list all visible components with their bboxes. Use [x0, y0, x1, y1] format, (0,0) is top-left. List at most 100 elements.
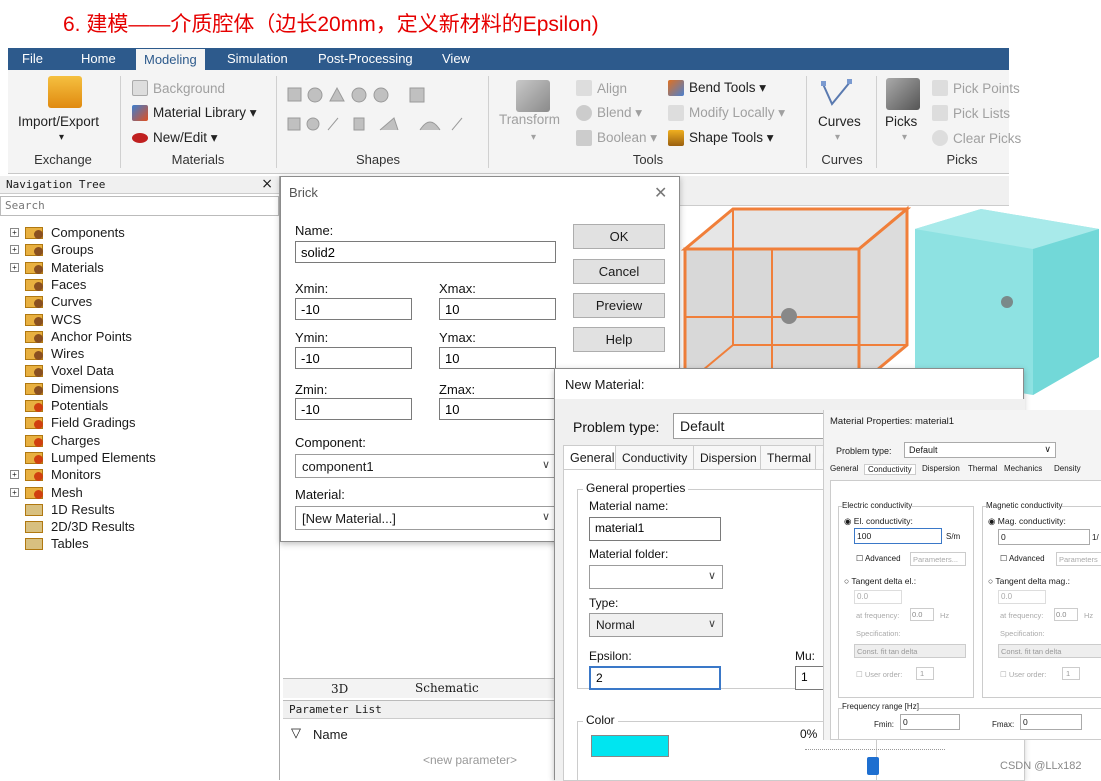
user-order-input[interactable]: 1 [1062, 667, 1080, 680]
color-swatch[interactable] [591, 735, 669, 757]
mu-input[interactable]: 1 [795, 666, 825, 690]
parameters-button[interactable]: Parameters [1056, 552, 1101, 566]
bend-tools-button[interactable]: Bend Tools ▾ [668, 80, 766, 96]
menu-view[interactable]: View [442, 48, 470, 70]
tree-item-field-gradings[interactable]: Field Gradings [10, 414, 136, 431]
fmin-input[interactable]: 0 [900, 714, 960, 730]
material-library-button[interactable]: Material Library ▾ [132, 105, 257, 121]
tree-item-anchor-points[interactable]: Anchor Points [10, 328, 132, 345]
tree-item-voxel-data[interactable]: Voxel Data [10, 362, 114, 379]
new-edit-button[interactable]: New/Edit ▾ [132, 130, 218, 146]
tab-mechanics[interactable]: Mechanics [1004, 464, 1042, 473]
picks-dropdown-icon[interactable]: ▾ [902, 132, 907, 143]
pick-lists-button[interactable]: Pick Lists [932, 105, 1010, 121]
zmax-input[interactable]: 10 [439, 398, 556, 420]
tree-item-dimensions[interactable]: Dimensions [10, 380, 119, 397]
tree-item-curves[interactable]: Curves [10, 293, 92, 310]
expand-icon[interactable]: + [10, 487, 19, 497]
tab-thermal[interactable]: Thermal [760, 445, 819, 469]
tangent-delta-mag-input[interactable]: 0.0 [998, 590, 1046, 604]
el-conductivity-input[interactable]: 100 [854, 528, 942, 544]
mag-conductivity-radio[interactable]: ◉ Mag. conductivity: [988, 516, 1066, 527]
user-order-checkbox[interactable]: ☐ User order: [1000, 670, 1046, 679]
tab-3d[interactable]: 3D [331, 682, 348, 696]
curves-button[interactable]: Curves [818, 114, 861, 129]
help-button[interactable]: Help [573, 327, 665, 352]
tab-dispersion[interactable]: Dispersion [922, 464, 960, 473]
tree-item-wires[interactable]: Wires [10, 345, 84, 362]
clear-picks-button[interactable]: Clear Picks [932, 130, 1021, 146]
menu-modeling[interactable]: Modeling [135, 48, 206, 70]
tree-item-materials[interactable]: + Materials [10, 259, 104, 276]
close-icon[interactable]: ✕ [654, 183, 667, 203]
menu-home[interactable]: Home [81, 48, 116, 70]
user-order-input[interactable]: 1 [916, 667, 934, 680]
xmin-input[interactable]: -10 [295, 298, 412, 320]
expand-icon[interactable]: + [10, 262, 19, 272]
tree-item-components[interactable]: + Components [10, 224, 125, 241]
zmin-input[interactable]: -10 [295, 398, 412, 420]
tab-general[interactable]: General [563, 445, 622, 469]
import-export-button[interactable]: Import/Export [18, 114, 99, 129]
specification-select[interactable]: Const. fit tan delta [998, 644, 1101, 658]
tree-item-groups[interactable]: + Groups [10, 241, 94, 258]
at-frequency-input[interactable]: 0.0 [1054, 608, 1078, 621]
xmax-input[interactable]: 10 [439, 298, 556, 320]
material-select[interactable]: [New Material...] ∨ [295, 506, 557, 530]
background-button[interactable]: Background [132, 80, 225, 96]
at-frequency-input[interactable]: 0.0 [910, 608, 934, 621]
tree-item-monitors[interactable]: + Monitors [10, 466, 101, 483]
fmax-input[interactable]: 0 [1020, 714, 1082, 730]
el-conductivity-radio[interactable]: ◉ El. conductivity: [844, 516, 913, 527]
expand-icon[interactable]: + [10, 245, 19, 255]
ok-button[interactable]: OK [573, 224, 665, 249]
import-export-dropdown-icon[interactable]: ▾ [59, 132, 64, 143]
picks-button[interactable]: Picks [885, 114, 917, 129]
tree-item-lumped-elements[interactable]: Lumped Elements [10, 449, 156, 466]
tab-conductivity[interactable]: Conductivity [864, 464, 916, 475]
tangent-delta-el-input[interactable]: 0.0 [854, 590, 902, 604]
cancel-button[interactable]: Cancel [573, 259, 665, 284]
advanced-checkbox[interactable]: ☐ Advanced [856, 554, 901, 563]
boolean-button[interactable]: Boolean ▾ [576, 130, 657, 146]
tab-general[interactable]: General [830, 464, 858, 473]
material-name-input[interactable]: material1 [589, 517, 721, 541]
shape-tools-button[interactable]: Shape Tools ▾ [668, 130, 774, 146]
specification-select[interactable]: Const. fit tan delta [854, 644, 966, 658]
parameters-button[interactable]: Parameters... [910, 552, 966, 566]
expand-icon[interactable]: + [10, 470, 19, 480]
advanced-checkbox[interactable]: ☐ Advanced [1000, 554, 1045, 563]
tree-item-1d-results[interactable]: 1D Results [10, 501, 115, 518]
menu-post-processing[interactable]: Post-Processing [318, 48, 413, 70]
modify-locally-button[interactable]: Modify Locally ▾ [668, 105, 785, 121]
align-button[interactable]: Align [576, 80, 627, 96]
expand-icon[interactable]: + [10, 228, 19, 237]
tree-item-tables[interactable]: Tables [10, 535, 89, 552]
tree-item-charges[interactable]: Charges [10, 432, 100, 449]
material-folder-select[interactable]: ∨ [589, 565, 723, 589]
filter-icon[interactable]: ▽ [291, 725, 301, 741]
transform-button[interactable]: Transform [499, 112, 560, 127]
tree-item-wcs[interactable]: WCS [10, 311, 81, 328]
ymin-input[interactable]: -10 [295, 347, 412, 369]
ymax-input[interactable]: 10 [439, 347, 556, 369]
tree-item-mesh[interactable]: + Mesh [10, 484, 83, 501]
tangent-delta-mag-radio[interactable]: ○ Tangent delta mag.: [988, 576, 1070, 586]
menu-file[interactable]: File [22, 48, 43, 70]
preview-button[interactable]: Preview [573, 293, 665, 318]
tab-density[interactable]: Density [1054, 464, 1081, 473]
tree-item-faces[interactable]: Faces [10, 276, 86, 293]
tab-schematic[interactable]: Schematic [415, 681, 479, 695]
new-parameter-row[interactable]: <new parameter> [423, 753, 517, 767]
tab-dispersion[interactable]: Dispersion [693, 445, 764, 469]
name-input[interactable]: solid2 [295, 241, 556, 263]
component-select[interactable]: component1 ∨ [295, 454, 557, 478]
menu-simulation[interactable]: Simulation [227, 48, 288, 70]
pick-points-button[interactable]: Pick Points [932, 80, 1020, 96]
user-order-checkbox[interactable]: ☐ User order: [856, 670, 902, 679]
type-select[interactable]: Normal ∨ [589, 613, 723, 637]
tab-conductivity[interactable]: Conductivity [615, 445, 695, 469]
transform-dropdown-icon[interactable]: ▾ [531, 132, 536, 143]
curves-dropdown-icon[interactable]: ▾ [835, 132, 840, 143]
tangent-delta-el-radio[interactable]: ○ Tangent delta el.: [844, 576, 916, 586]
